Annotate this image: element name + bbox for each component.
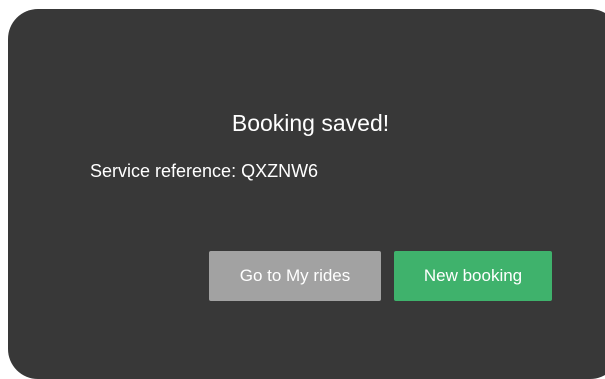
new-booking-button[interactable]: New booking (394, 251, 552, 301)
go-to-my-rides-button[interactable]: Go to My rides (209, 251, 381, 301)
dialog-title: Booking saved! (231, 110, 390, 136)
booking-confirmation-dialog: Booking saved! Service reference: QXZNW6… (8, 9, 605, 379)
service-reference-text: Service reference: QXZNW6 (90, 161, 319, 181)
